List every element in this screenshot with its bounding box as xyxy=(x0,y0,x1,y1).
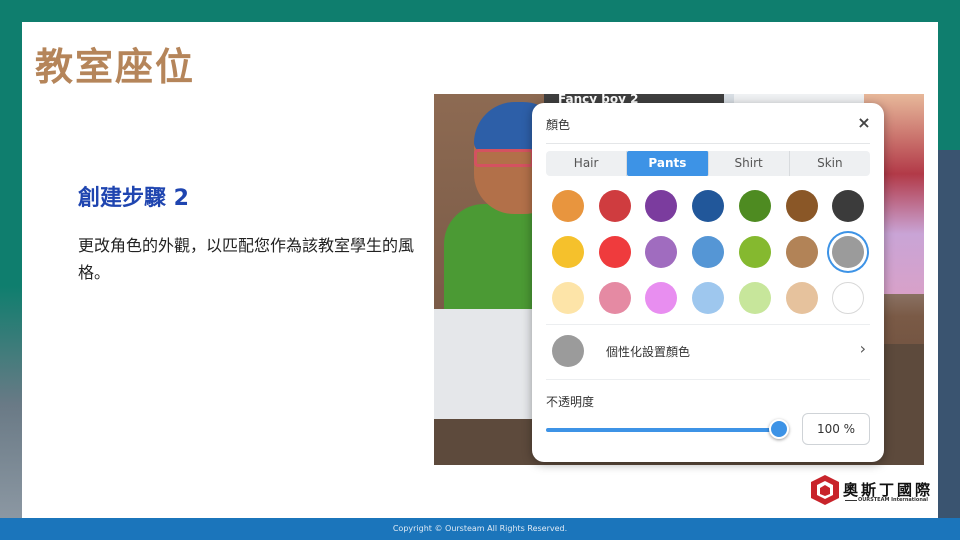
color-swatch[interactable] xyxy=(692,236,725,268)
panel-divider xyxy=(546,143,870,144)
panel-title: 顏色 xyxy=(546,118,571,132)
step-heading: 創建步驟 2 xyxy=(78,186,189,211)
color-swatch[interactable] xyxy=(645,190,678,222)
color-swatch[interactable] xyxy=(552,190,584,222)
color-swatch[interactable] xyxy=(692,190,725,222)
category-tabs: Hair Pants Shirt Skin xyxy=(546,151,870,176)
tab-pants[interactable]: Pants xyxy=(627,151,709,176)
color-swatch[interactable] xyxy=(552,282,584,314)
color-swatch[interactable] xyxy=(738,190,771,222)
logo-rule xyxy=(845,500,857,501)
logo-name-en: OURSTEAM International xyxy=(858,497,928,503)
color-swatch[interactable] xyxy=(738,282,771,314)
oursteam-logo-icon xyxy=(811,475,839,505)
color-swatch[interactable] xyxy=(645,282,678,314)
divider xyxy=(546,324,870,325)
color-swatch[interactable] xyxy=(645,236,678,268)
avatar-glasses xyxy=(474,149,534,167)
opacity-value-input[interactable]: 100 % xyxy=(802,413,870,445)
chevron-right-icon: › xyxy=(859,339,866,358)
slide-left-band xyxy=(0,0,22,520)
color-panel: 顏色 × Hair Pants Shirt Skin 個性化設置顏色 › 不透明… xyxy=(532,103,884,462)
divider xyxy=(546,379,870,380)
opacity-slider-thumb[interactable] xyxy=(769,419,789,439)
color-swatch[interactable] xyxy=(552,236,584,268)
custom-color-swatch xyxy=(552,335,584,367)
color-swatch[interactable] xyxy=(598,190,631,222)
color-swatch[interactable] xyxy=(738,236,771,268)
tab-hair[interactable]: Hair xyxy=(546,151,628,176)
color-swatch[interactable] xyxy=(785,282,818,314)
footer-copyright: Copyright © Oursteam All Rights Reserved… xyxy=(392,524,568,533)
color-swatch[interactable] xyxy=(832,282,865,314)
step-description: 更改角色的外觀，以匹配您作為該教室學生的風格。 xyxy=(78,236,415,282)
close-icon[interactable]: × xyxy=(856,115,872,131)
slide-right-wedge xyxy=(938,150,960,520)
color-swatch[interactable] xyxy=(785,190,818,222)
color-swatch[interactable] xyxy=(692,282,725,314)
slide-title: 教室座位 xyxy=(35,45,196,89)
color-swatch[interactable] xyxy=(832,190,865,222)
color-swatch[interactable] xyxy=(785,236,818,268)
custom-color-row[interactable]: 個性化設置顏色 › xyxy=(546,335,870,367)
color-swatch[interactable] xyxy=(598,236,631,268)
tab-skin[interactable]: Skin xyxy=(790,151,870,176)
custom-color-label: 個性化設置顏色 xyxy=(606,345,691,359)
color-swatch[interactable] xyxy=(598,282,631,314)
opacity-label: 不透明度 xyxy=(546,395,595,409)
opacity-slider-track[interactable] xyxy=(546,428,784,432)
color-swatch[interactable] xyxy=(832,236,865,268)
tab-shirt[interactable]: Shirt xyxy=(709,151,790,176)
